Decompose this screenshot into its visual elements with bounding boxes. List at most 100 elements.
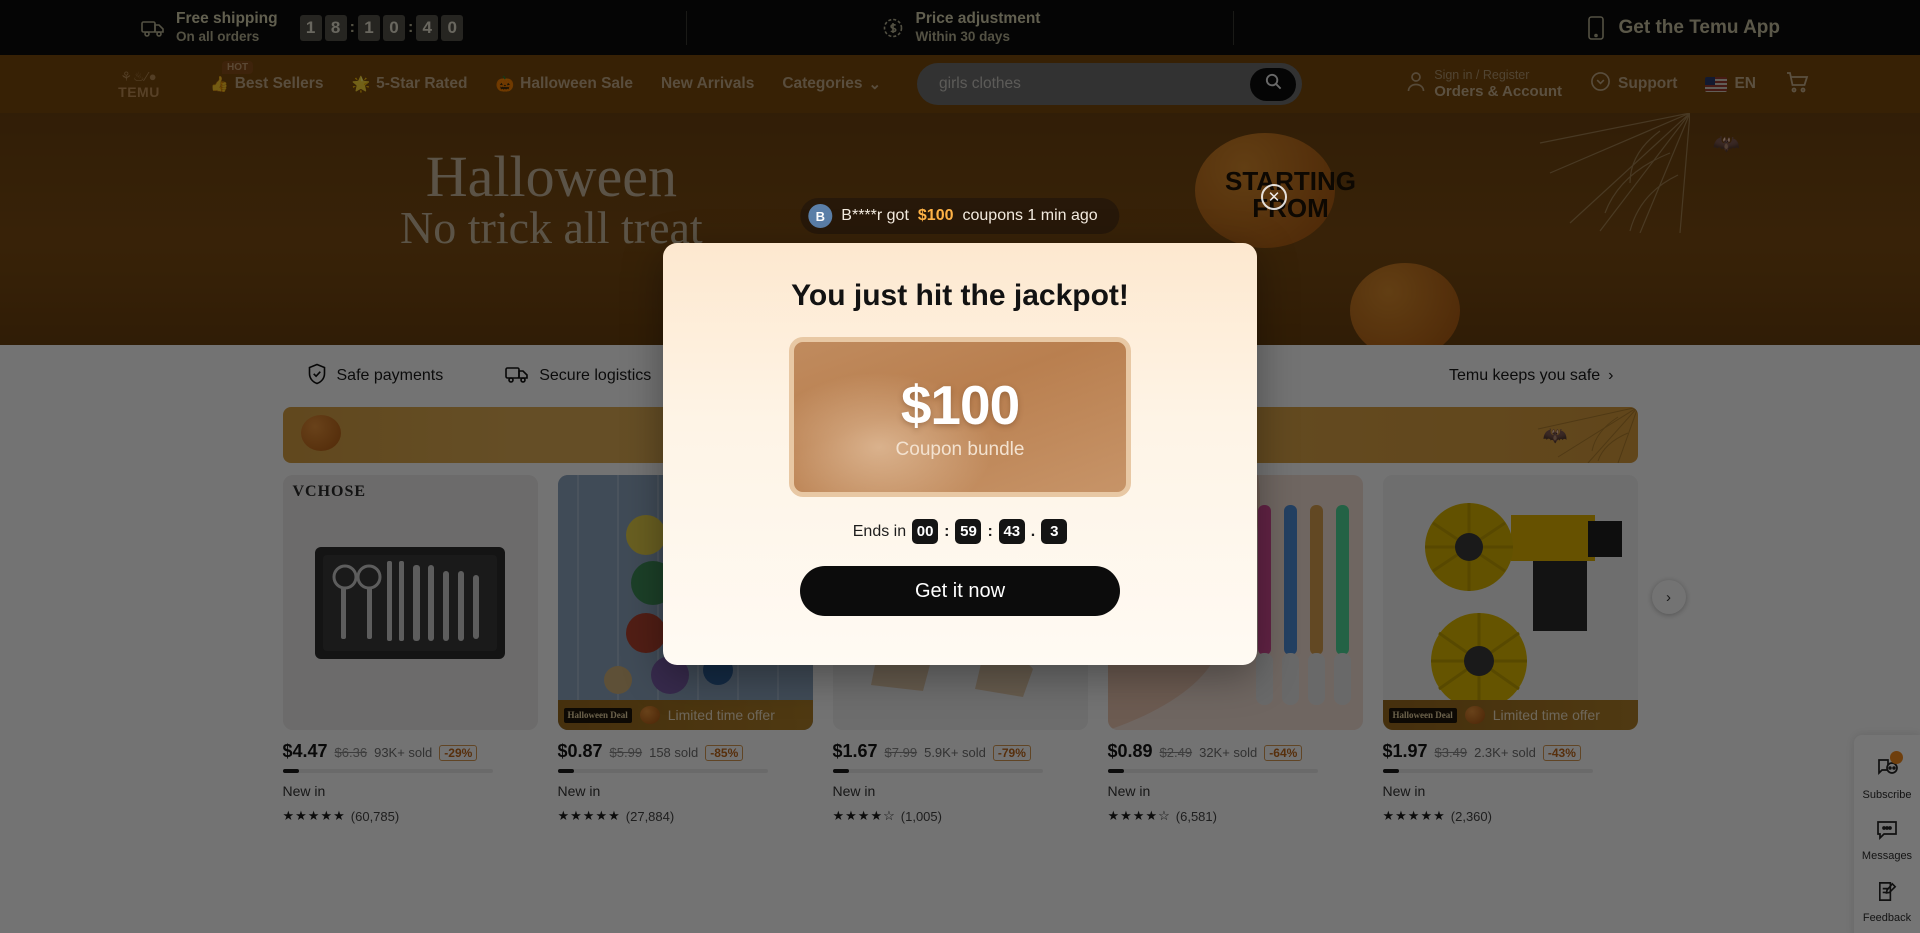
language-selector[interactable]: EN [1705, 75, 1756, 93]
product-tag: New in [282, 783, 326, 799]
product-old-price: $5.99 [609, 745, 643, 760]
search-box[interactable] [917, 63, 1303, 105]
product-price: $1.97 [1382, 741, 1428, 761]
product-card[interactable]: Halloween Deal Limited time offer $1.97 … [1382, 475, 1686, 824]
star-square-icon: 🌟 [351, 76, 371, 93]
limited-time-offer-badge: Halloween Deal Limited time offer [557, 700, 813, 730]
search-button[interactable] [1250, 67, 1297, 101]
price-row: $1.97 $3.49 2.3K+ sold -43% [1383, 741, 1638, 762]
countdown-tenths: 3 [1041, 519, 1068, 544]
price-adjustment-promo[interactable]: Price adjustment Within 30 days [687, 9, 1233, 45]
close-icon: ✕ [1267, 189, 1281, 206]
stock-progress-bar [832, 769, 1043, 773]
shipping-countdown: 1 8 : 1 0 : 4 0 [299, 14, 464, 41]
notification-dot [1890, 751, 1903, 764]
product-tag: New in [1107, 783, 1151, 799]
nav-label: New Arrivals [660, 75, 755, 92]
offer-badge-label: Limited time offer [1492, 707, 1600, 723]
coupon-subtitle: Coupon bundle [895, 439, 1025, 460]
ends-in-label: Ends in [852, 522, 907, 540]
product-thumbnail[interactable]: VCHOSE [282, 475, 538, 730]
main-navigation-bar: ⚘♨∕● TEMU HOT 👍 Best Sellers 🌟 5-Star Ra… [0, 55, 1920, 113]
account-orders-label: Orders & Account [1434, 82, 1563, 100]
product-tag: New in [557, 783, 601, 799]
stock-progress-bar [282, 769, 493, 773]
price-row: $1.67 $7.99 5.9K+ sold -79% [833, 741, 1088, 762]
product-review-count: (60,785) [350, 808, 400, 824]
product-tag: New in [832, 783, 876, 799]
halloween-deal-logo: Halloween Deal [563, 707, 632, 723]
nav-label: 5-Star Rated [376, 75, 468, 92]
coupon-amount: $100 [900, 374, 1020, 436]
rail-item-subscribe[interactable]: Subscribe [1854, 747, 1920, 810]
pumpkin-decoration-icon [300, 415, 341, 451]
chat-circle-icon [1590, 71, 1611, 97]
rail-label: Feedback [1862, 912, 1912, 924]
stock-progress-bar [1382, 769, 1593, 773]
modal-countdown: Ends in 00 : 59 : 43 . 3 [663, 519, 1257, 544]
account-signin-label: Sign in / Register [1434, 67, 1530, 82]
carousel-next-button[interactable]: › [1651, 580, 1686, 614]
bat-decoration-icon: 🦇 [1712, 131, 1740, 156]
nav-label: Best Sellers [234, 75, 324, 92]
get-it-now-button[interactable]: Get it now [800, 566, 1120, 616]
temu-logo[interactable]: ⚘♨∕● TEMU [110, 64, 168, 104]
cart-icon [1784, 71, 1810, 98]
temu-keeps-you-safe-link[interactable]: Temu keeps you safe › [1449, 367, 1614, 385]
stock-progress-bar [1107, 769, 1318, 773]
support-link[interactable]: Support [1590, 71, 1677, 97]
rail-label: Subscribe [1862, 789, 1912, 801]
nav-item-halloween-sale[interactable]: 🎃 Halloween Sale [481, 75, 647, 93]
product-review-count: (27,884) [625, 808, 675, 824]
coupon-toast-notification: B B****r got $100 coupons 1 min ago [800, 198, 1120, 234]
product-rating: ★★★★★ (60,785) [283, 808, 538, 824]
star-rating-icon: ★★★★★ [557, 808, 621, 823]
trust-item-secure-logistics[interactable]: Secure logistics [505, 365, 651, 388]
pumpkin-icon [639, 706, 660, 724]
product-old-price: $6.36 [334, 745, 368, 760]
product-thumbnail[interactable]: Halloween Deal Limited time offer [1382, 475, 1638, 730]
nav-item-5-star-rated[interactable]: 🌟 5-Star Rated [337, 75, 481, 93]
toast-text-before: B****r got [841, 207, 909, 224]
nav-item-new-arrivals[interactable]: New Arrivals [647, 75, 768, 93]
thumbs-up-icon: 👍 [210, 76, 229, 93]
price-row: $0.87 $5.99 158 sold -85% [558, 741, 813, 762]
top-utility-bar: Free shipping On all orders 1 8 : 1 0 : … [0, 0, 1920, 55]
shield-check-icon [307, 363, 327, 390]
countdown-minutes: 59 [955, 519, 982, 544]
product-sold-count: 32K+ sold [1199, 745, 1258, 760]
modal-close-button[interactable]: ✕ [1261, 184, 1287, 210]
product-brand: VCHOSE [292, 483, 367, 500]
star-rating-icon: ★★★★☆ [1107, 808, 1171, 823]
spiderweb-decoration-icon [1539, 113, 1690, 233]
feedback-pencil-icon [1876, 880, 1899, 908]
modal-title: You just hit the jackpot! [791, 279, 1129, 312]
product-price: $0.89 [1107, 741, 1153, 761]
search-input[interactable] [939, 75, 1251, 93]
hero-title: Halloween No trick all treat [400, 148, 703, 251]
account-menu[interactable]: Sign in / Register Orders & Account [1406, 68, 1562, 101]
product-discount-badge: -29% [439, 745, 478, 761]
nav-item-best-sellers[interactable]: HOT 👍 Best Sellers [196, 61, 337, 93]
nav-item-categories[interactable]: Categories ⌄ [768, 75, 895, 93]
product-discount-badge: -64% [1264, 745, 1303, 761]
rail-item-messages[interactable]: Messages [1854, 810, 1920, 871]
cart-button[interactable] [1784, 70, 1810, 99]
product-rating: ★★★★★ (27,884) [558, 808, 813, 824]
product-rating: ★★★★★ (2,360) [1383, 808, 1638, 824]
chevron-down-icon: ⌄ [868, 76, 882, 93]
stock-progress-bar [557, 769, 768, 773]
get-app-link[interactable]: Get the Temu App [1234, 15, 1810, 41]
free-shipping-promo[interactable]: Free shipping On all orders 1 8 : 1 0 : … [110, 9, 686, 45]
rail-item-feedback[interactable]: Feedback [1854, 871, 1920, 933]
product-review-count: (6,581) [1175, 808, 1217, 824]
countdown-digit: 4 [416, 14, 439, 41]
toast-amount: $100 [917, 207, 954, 224]
countdown-digit: 1 [299, 14, 322, 41]
trust-item-safe-payments[interactable]: Safe payments [307, 363, 444, 390]
product-card[interactable]: VCHOSE $4.47 $6.36 93K+ sold -29% New in… [282, 475, 538, 824]
logo-wordmark: TEMU [118, 83, 160, 100]
trust-label: Safe payments [336, 367, 444, 384]
spiderweb-decoration-icon [1537, 407, 1638, 463]
chevron-right-icon: › [1608, 367, 1614, 384]
